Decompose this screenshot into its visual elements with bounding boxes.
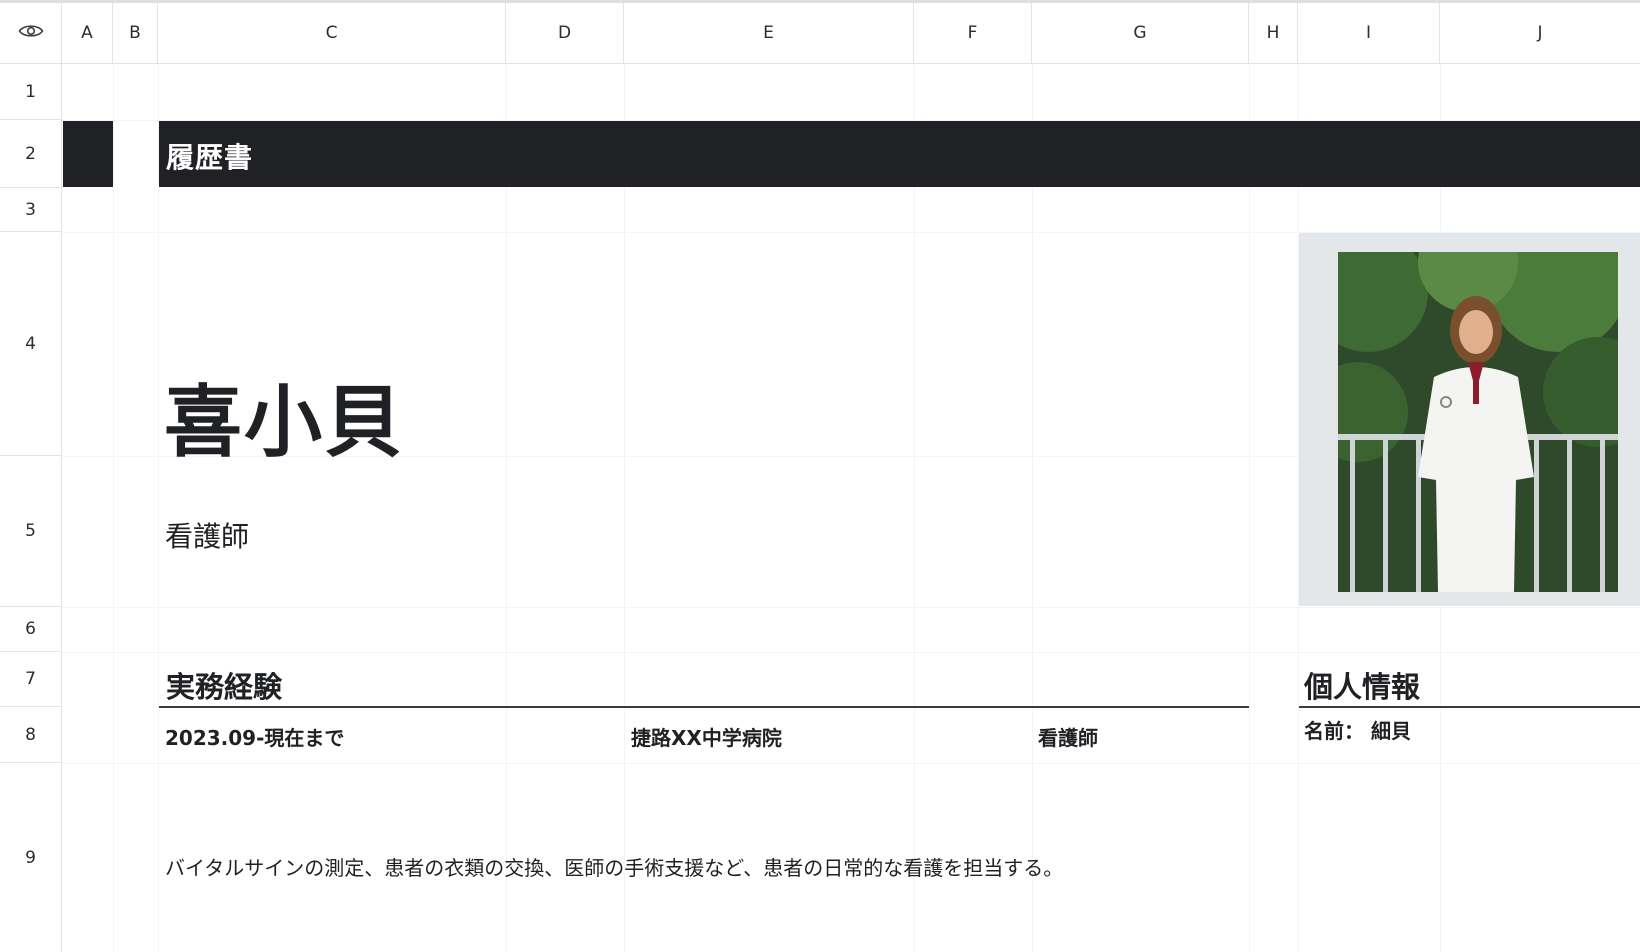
column-header-f[interactable]: F <box>914 3 1032 64</box>
experience-description: バイタルサインの測定、患者の衣類の交換、医師の手術支援など、患者の日常的な看護を… <box>165 856 1064 880</box>
grid-line <box>1249 64 1250 952</box>
grid-line <box>1032 64 1033 952</box>
row-header-1[interactable]: 1 <box>0 64 62 120</box>
experience-employer: 捷路XX中学病院 <box>631 726 782 750</box>
row-header-3[interactable]: 3 <box>0 188 62 232</box>
applicant-occupation: 看護師 <box>165 520 250 553</box>
column-header-b[interactable]: B <box>113 3 158 64</box>
row-header-2[interactable]: 2 <box>0 120 62 188</box>
grid-line <box>158 64 159 952</box>
personal-info-rule <box>1299 706 1640 708</box>
row-header-8[interactable]: 8 <box>0 707 62 763</box>
grid-line <box>113 64 114 952</box>
personal-info-heading: 個人情報 <box>1304 670 1421 704</box>
row-header-7[interactable]: 7 <box>0 652 62 707</box>
profile-photo[interactable] <box>1338 252 1618 592</box>
experience-heading: 実務経験 <box>166 670 283 704</box>
grid-line <box>624 64 625 952</box>
select-all-corner[interactable] <box>0 3 62 64</box>
row-header-5[interactable]: 5 <box>0 456 62 607</box>
grid-line <box>62 763 1640 764</box>
eye-icon[interactable] <box>18 22 44 44</box>
column-header-g[interactable]: G <box>1032 3 1249 64</box>
column-header-a[interactable]: A <box>62 3 113 64</box>
banner-fill-column-a <box>63 121 113 187</box>
row-header-9[interactable]: 9 <box>0 763 62 952</box>
personal-name: 名前： 細貝 <box>1304 719 1411 743</box>
column-header-j[interactable]: J <box>1440 3 1640 64</box>
column-header-e[interactable]: E <box>624 3 914 64</box>
spreadsheet: A B C D E F G H I J 1 2 3 4 5 6 7 8 9 履歴… <box>0 0 1640 952</box>
row-header-6[interactable]: 6 <box>0 607 62 652</box>
grid-line <box>914 64 915 952</box>
resume-title: 履歴書 <box>166 141 254 174</box>
grid-line <box>506 64 507 952</box>
row-header-4[interactable]: 4 <box>0 232 62 456</box>
column-header-h[interactable]: H <box>1249 3 1298 64</box>
experience-period: 2023.09-現在まで <box>165 726 345 750</box>
column-header-c[interactable]: C <box>158 3 506 64</box>
experience-rule <box>159 706 1249 708</box>
column-header-i[interactable]: I <box>1298 3 1440 64</box>
grid-line <box>62 652 1640 653</box>
title-banner[interactable] <box>159 121 1640 187</box>
experience-role: 看護師 <box>1038 726 1098 750</box>
applicant-name: 喜小貝 <box>164 378 405 468</box>
column-header-d[interactable]: D <box>506 3 624 64</box>
grid-line <box>62 607 1640 608</box>
